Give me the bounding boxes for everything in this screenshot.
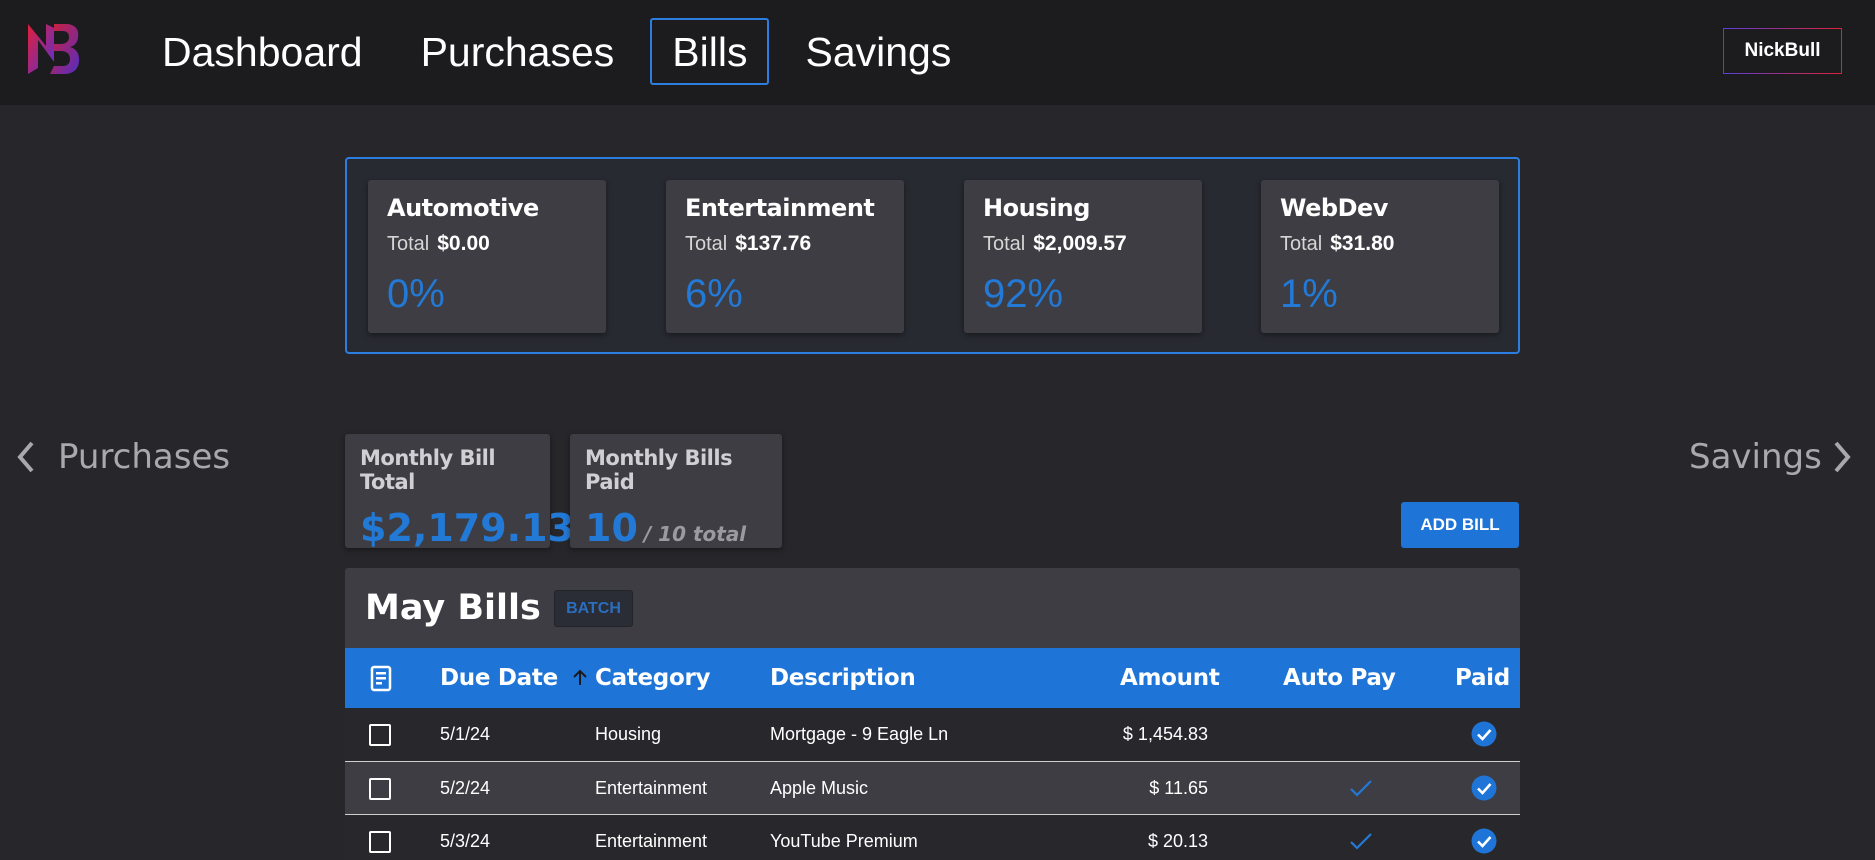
bills-paid-title: Monthly Bills Paid <box>585 446 733 494</box>
receipt-icon[interactable] <box>370 665 392 692</box>
category-percent: 92% <box>983 272 1064 316</box>
prev-page-link[interactable]: Purchases <box>12 437 230 477</box>
category-summary-panel: Automotive Total $0.00 0% Entertainment T… <box>345 157 1520 354</box>
column-category[interactable]: Category <box>595 648 711 708</box>
category-cell: Housing <box>595 724 662 744</box>
category-name: Housing <box>983 194 1090 222</box>
monthly-total-card: Monthly Bill Total $2,179.13 <box>345 434 574 550</box>
category-name: Entertainment <box>685 194 875 222</box>
due-date-cell: 5/1/24 <box>440 724 491 744</box>
add-bill-button[interactable]: ADD BILL <box>1401 502 1519 548</box>
top-navbar: Dashboard Purchases Bills Savings NickBu… <box>0 0 1875 105</box>
paid-check-circle-icon[interactable] <box>1471 721 1497 747</box>
chevron-right-icon <box>1834 441 1851 473</box>
app-logo-icon[interactable] <box>24 18 82 78</box>
category-card-automotive: Automotive Total $0.00 0% <box>368 180 606 333</box>
user-menu-button[interactable]: NickBull <box>1723 28 1842 74</box>
sort-ascending-icon <box>572 669 587 685</box>
column-due-date[interactable]: Due Date <box>440 648 588 708</box>
auto-pay-check-icon <box>1350 780 1372 797</box>
category-name: Automotive <box>387 194 539 222</box>
category-total: Total $0.00 <box>387 232 490 255</box>
category-cell: Entertainment <box>595 778 708 798</box>
category-card-webdev: WebDev Total $31.80 1% <box>1261 180 1499 333</box>
amount-cell: $ 20.13 <box>1147 831 1208 851</box>
paid-check-circle-icon[interactable] <box>1471 828 1497 854</box>
bills-paid-card: Monthly Bills Paid 10/ 10 total bills <box>570 434 782 590</box>
category-total: Total $2,009.57 <box>983 232 1127 255</box>
nav-purchases[interactable]: Purchases <box>399 18 637 85</box>
table-title: May Bills <box>365 588 541 628</box>
category-card-housing: Housing Total $2,009.57 92% <box>964 180 1202 333</box>
amount-cell: $ 1,454.83 <box>1122 724 1208 744</box>
category-percent: 0% <box>387 272 445 316</box>
category-total: Total $137.76 <box>685 232 812 255</box>
nav-bills[interactable]: Bills <box>650 18 770 85</box>
column-auto-pay[interactable]: Auto Pay <box>1283 648 1396 708</box>
category-cell: Entertainment <box>595 831 708 851</box>
description-cell: Apple Music <box>770 778 869 798</box>
monthly-total-title: Monthly Bill Total <box>360 446 496 494</box>
table-row[interactable]: 5/2/24 Entertainment Apple Music $ 11.65 <box>345 761 1520 814</box>
row-select-checkbox[interactable] <box>369 831 391 853</box>
monthly-total-value: $2,179.13 <box>360 506 574 550</box>
column-paid[interactable]: Paid <box>1455 648 1510 708</box>
description-cell: YouTube Premium <box>770 831 918 851</box>
bills-table-card: May Bills BATCH Due Date Category Descri… <box>345 568 1520 860</box>
category-total: Total $31.80 <box>1280 232 1395 255</box>
column-description[interactable]: Description <box>770 648 916 708</box>
column-amount[interactable]: Amount <box>1120 648 1220 708</box>
row-select-checkbox[interactable] <box>369 778 391 800</box>
category-card-entertainment: Entertainment Total $137.76 6% <box>666 180 904 333</box>
nav-savings[interactable]: Savings <box>783 18 973 85</box>
table-row[interactable]: 5/1/24 Housing Mortgage - 9 Eagle Ln $ 1,45… <box>345 708 1520 761</box>
paid-check-circle-icon[interactable] <box>1471 775 1497 801</box>
due-date-cell: 5/3/24 <box>440 831 491 851</box>
auto-pay-check-icon <box>1350 833 1372 850</box>
next-page-link[interactable]: Savings <box>1689 437 1856 477</box>
due-date-cell: 5/2/24 <box>440 778 491 798</box>
nav-dashboard[interactable]: Dashboard <box>140 18 385 85</box>
amount-cell: $ 11.65 <box>1149 778 1208 798</box>
table-header: Due Date Category Description Amount Aut… <box>345 648 1520 708</box>
category-percent: 6% <box>685 272 743 316</box>
chevron-left-icon <box>17 441 34 473</box>
main-nav: Dashboard Purchases Bills Savings <box>140 18 987 85</box>
description-cell: Mortgage - 9 Eagle Ln <box>770 724 949 744</box>
batch-button[interactable]: BATCH <box>554 590 633 627</box>
row-select-checkbox[interactable] <box>369 724 391 746</box>
category-percent: 1% <box>1280 272 1338 316</box>
next-page-label: Savings <box>1689 437 1822 477</box>
prev-page-label: Purchases <box>58 437 231 477</box>
category-name: WebDev <box>1280 194 1388 222</box>
table-row[interactable]: 5/3/24 Entertainment YouTube Premium $ 20.1… <box>345 814 1520 860</box>
